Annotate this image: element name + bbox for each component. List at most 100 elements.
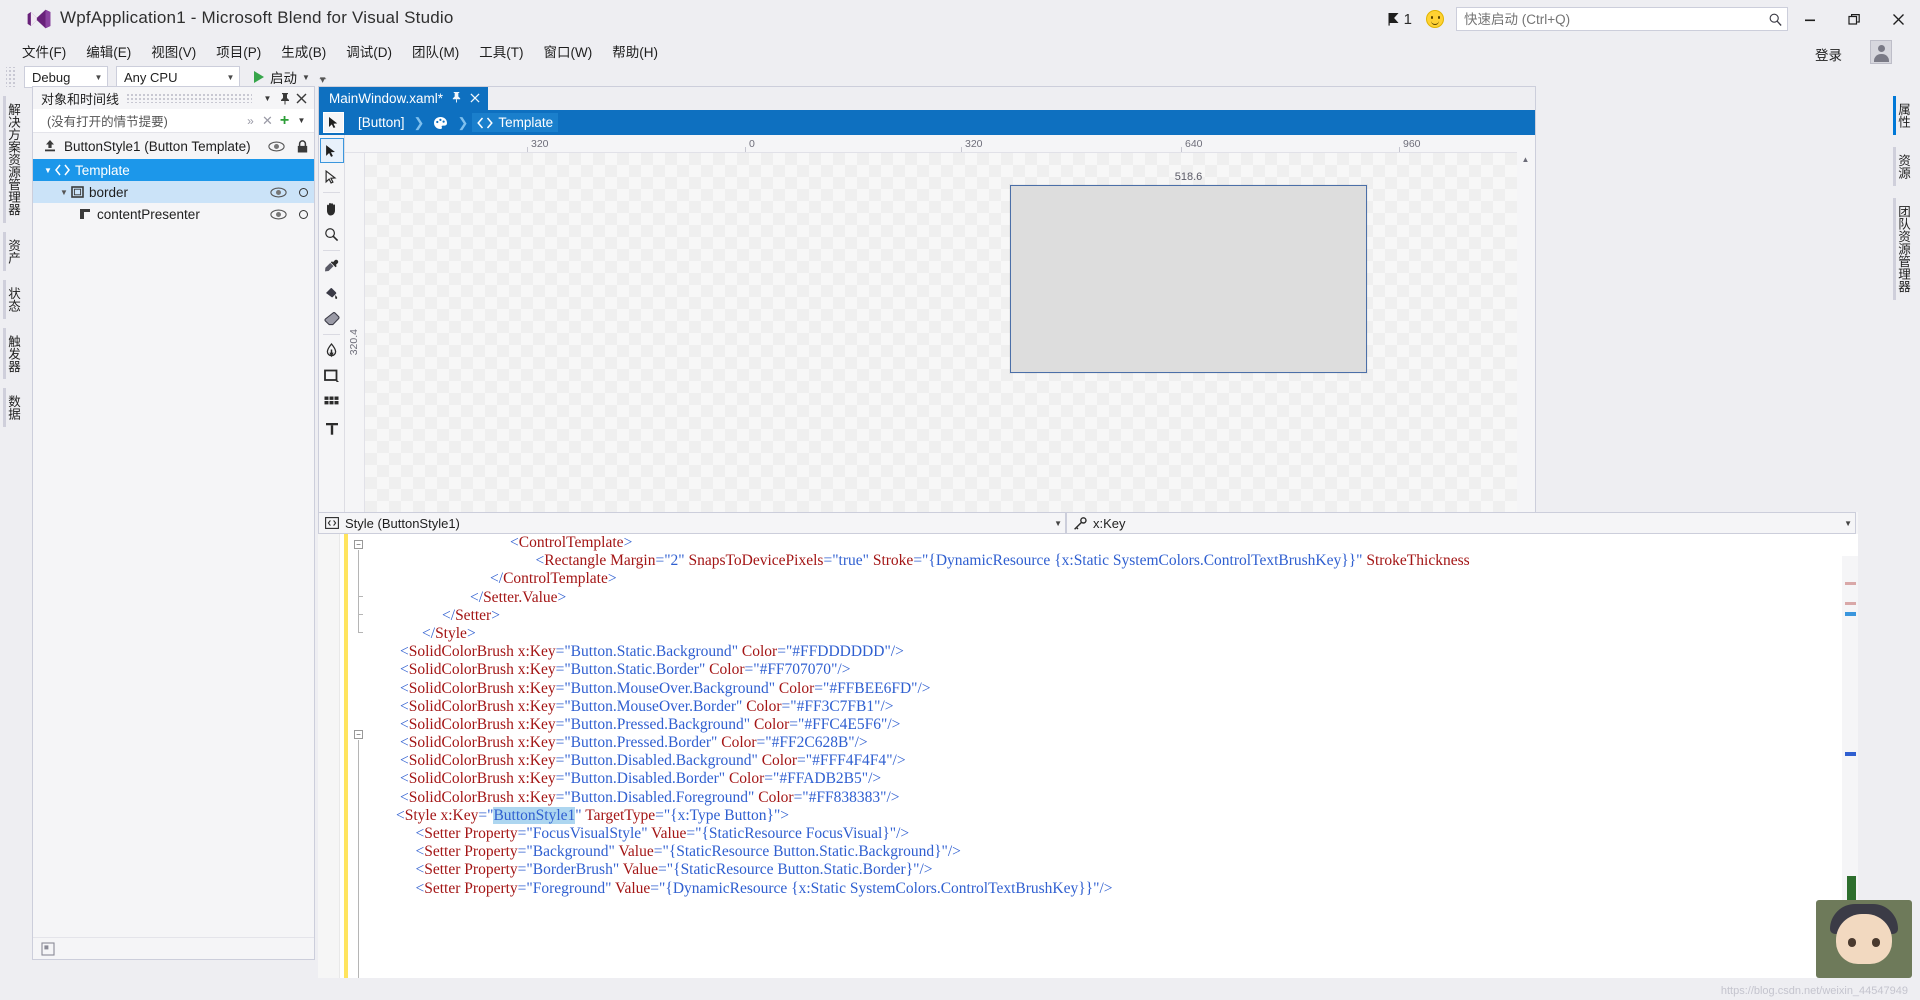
menu-item-edit[interactable]: 编辑(E) [76, 38, 141, 64]
vtab-data[interactable]: 数据 [3, 388, 27, 427]
storyboard-close-icon[interactable]: ✕ [259, 112, 276, 129]
tree-item-contentpresenter[interactable]: contentPresenter [33, 203, 314, 225]
xaml-editor-body[interactable]: − − <ControlTemplate> <Rectangle Margin=… [318, 534, 1858, 1000]
visual-studio-logo-icon [27, 9, 51, 29]
editor-glyph-margin[interactable] [318, 534, 340, 1000]
tree-item-label: border [89, 184, 129, 200]
vtab-triggers[interactable]: 触发器 [3, 327, 27, 379]
scope-left-value: Style (ButtonStyle1) [345, 515, 460, 531]
close-button[interactable] [1876, 4, 1920, 34]
eye-icon[interactable] [268, 141, 285, 152]
status-bar: https://blog.csdn.net/weixin_44547949 [0, 978, 1920, 1000]
menu-item-team[interactable]: 团队(M) [402, 38, 469, 64]
menu-item-tools[interactable]: 工具(T) [469, 38, 533, 64]
menu-item-build[interactable]: 生成(B) [271, 38, 336, 64]
eyedropper-tool[interactable] [320, 254, 344, 279]
vtab-properties[interactable]: 属性 [1893, 96, 1917, 135]
pin-icon[interactable] [276, 90, 293, 107]
breadcrumb-selection-tool[interactable] [323, 112, 344, 133]
scope-dropdown-left[interactable]: Style (ButtonStyle1) ▼ [318, 512, 1066, 534]
pin-icon[interactable] [451, 91, 462, 106]
chevron-down-icon[interactable]: ▼ [302, 73, 310, 82]
lock-icon[interactable] [297, 139, 308, 153]
rectangle-tool[interactable] [320, 364, 344, 389]
solution-configuration-dropdown[interactable]: Debug ▼ [24, 66, 108, 88]
eye-icon[interactable] [270, 187, 287, 198]
resize-grip-icon[interactable] [41, 941, 55, 956]
vtab-assets[interactable]: 资产 [3, 231, 27, 271]
send-smile-icon[interactable] [1426, 10, 1444, 28]
outline-collapse-box[interactable]: − [354, 730, 363, 739]
menu-item-window[interactable]: 窗口(W) [534, 38, 603, 64]
code-brackets-icon [477, 117, 494, 128]
xaml-editor: Style (ButtonStyle1) ▼ x:Key ▼ − − <Cont… [318, 512, 1858, 1000]
toolbar-overflow-button[interactable]: _ ▾ [320, 69, 326, 86]
account-avatar-icon[interactable] [1870, 40, 1892, 64]
sign-in-link[interactable]: 登录 [1815, 44, 1842, 64]
vtab-team-explorer[interactable]: 团队资源管理器 [1893, 198, 1917, 300]
eraser-tool[interactable] [320, 306, 344, 331]
solution-platform-dropdown[interactable]: Any CPU ▼ [116, 66, 240, 88]
document-tab-mainwindow[interactable]: MainWindow.xaml* [319, 87, 489, 110]
breadcrumb-item-template[interactable]: Template [472, 113, 559, 132]
outline-collapse-box[interactable]: − [354, 540, 363, 549]
panel-drag-dots[interactable] [126, 93, 252, 103]
tree-item-border[interactable]: ▼ border [33, 181, 314, 203]
breadcrumb: [Button] ❯ ❯ Template [319, 110, 1535, 135]
minimize-button[interactable] [1788, 4, 1832, 34]
code-line: <Setter Property="Background" Value="{St… [400, 843, 961, 861]
pen-icon [326, 342, 337, 357]
editor-change-track [344, 534, 348, 1000]
expander-icon[interactable]: ▼ [57, 188, 71, 197]
scroll-up-icon[interactable]: ▲ [1518, 153, 1533, 167]
chevrons-down-icon[interactable]: » [242, 112, 259, 129]
quick-launch-input[interactable] [1464, 11, 1768, 27]
pen-tool[interactable] [320, 338, 344, 363]
pan-tool[interactable] [320, 196, 344, 221]
chevron-down-icon[interactable]: ▼ [293, 112, 310, 129]
unlock-circle-icon[interactable] [299, 209, 308, 219]
menu-item-view[interactable]: 视图(V) [141, 38, 206, 64]
scope-dropdown-right[interactable]: x:Key ▼ [1066, 512, 1856, 534]
menu-item-help[interactable]: 帮助(H) [602, 38, 668, 64]
new-storyboard-icon[interactable]: + [276, 112, 293, 129]
expander-icon[interactable]: ▼ [41, 166, 55, 175]
vtab-resources[interactable]: 资源 [1893, 147, 1917, 186]
quick-launch-box[interactable] [1456, 7, 1788, 31]
menu-item-file[interactable]: 文件(F) [12, 38, 76, 64]
menu-item-project[interactable]: 项目(P) [206, 38, 271, 64]
start-debug-button[interactable]: 启动 ▼ [254, 67, 310, 87]
vtab-solution-explorer[interactable]: 解决方案资源管理器 [3, 96, 27, 223]
toolbar-grip[interactable] [6, 67, 16, 87]
storyboard-picker-row[interactable]: (没有打开的情节提要) » ✕ + ▼ [33, 109, 314, 133]
watermark-text: https://blog.csdn.net/weixin_44547949 [1720, 985, 1908, 997]
panel-close-icon[interactable] [293, 90, 310, 107]
panel-menu-icon[interactable]: ▼ [259, 90, 276, 107]
xaml-code[interactable]: <ControlTemplate> <Rectangle Margin="2" … [370, 534, 1828, 1000]
unlock-circle-icon[interactable] [299, 187, 308, 197]
close-icon[interactable] [470, 91, 480, 106]
breadcrumb-item-button[interactable]: [Button] [353, 113, 410, 132]
paint-bucket-tool[interactable] [320, 280, 344, 305]
zoom-tool[interactable] [320, 222, 344, 247]
feedback-button[interactable]: 1 [1387, 11, 1412, 28]
breadcrumb-item-style[interactable] [428, 113, 453, 132]
artboard-button-template[interactable]: ···························· [1010, 185, 1367, 373]
tree-item-template[interactable]: ▼ Template [33, 159, 314, 181]
direct-selection-tool[interactable] [320, 164, 344, 189]
textblock-tool[interactable] [320, 416, 344, 441]
eye-icon[interactable] [270, 209, 287, 220]
scroll-marker [1845, 612, 1856, 616]
menu-item-debug[interactable]: 调试(D) [336, 38, 402, 64]
template-root-row[interactable]: ButtonStyle1 (Button Template) [33, 133, 314, 159]
code-line: <Setter Property="Foreground" Value="{Dy… [400, 879, 1113, 897]
objects-and-timeline-panel: 对象和时间线 ▼ (没有打开的情节提要) » ✕ + ▼ ButtonStyle… [32, 86, 315, 960]
code-line: <Setter Property="BorderBrush" Value="{S… [400, 861, 933, 879]
selection-tool[interactable] [319, 138, 344, 163]
title-bar: WpfApplication1 - Microsoft Blend for Vi… [0, 0, 1920, 38]
vtab-states[interactable]: 状态 [3, 279, 27, 319]
restore-button[interactable] [1832, 4, 1876, 34]
grid-panel-tool[interactable] [320, 390, 344, 415]
breadcrumb-separator-icon: ❯ [457, 114, 469, 130]
avatar-face [1836, 914, 1892, 964]
